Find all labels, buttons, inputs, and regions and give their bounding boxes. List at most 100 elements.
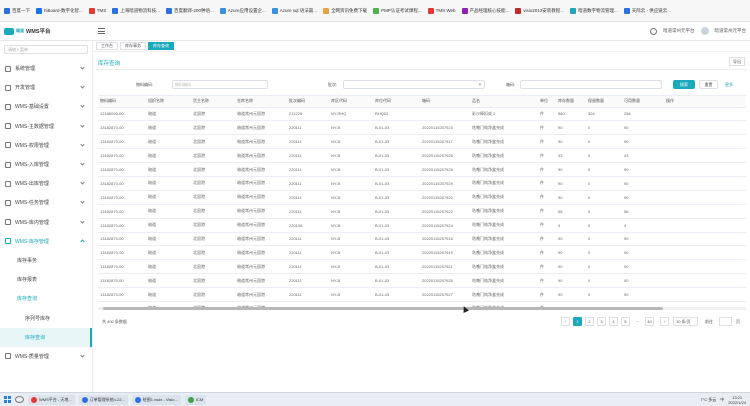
tab-3[interactable]: 库存查询 bbox=[148, 42, 174, 50]
bookmark-item[interactable]: 百度一下 bbox=[4, 7, 30, 14]
table-cell: 北固港 bbox=[191, 259, 235, 275]
page-button[interactable]: 4 bbox=[609, 317, 618, 326]
table-cell: 咕噜门纯净盒充成 bbox=[470, 162, 538, 177]
page-button[interactable]: 1 bbox=[573, 317, 582, 326]
sidebar-item[interactable]: WMS-质量管理 bbox=[0, 347, 92, 366]
sidebar-item[interactable]: WMS-主数据管理 bbox=[0, 117, 92, 136]
sidebar-item[interactable]: 系统管理 bbox=[0, 59, 92, 78]
sidebar-item[interactable]: WMS-出库管理 bbox=[0, 174, 92, 193]
bookmark-item[interactable]: Azure sql 语法篇... bbox=[271, 7, 317, 14]
horizontal-scrollbar[interactable] bbox=[98, 307, 746, 310]
table-cell: 北固港 bbox=[191, 287, 235, 302]
table-cell bbox=[664, 287, 746, 302]
reset-button[interactable]: 重置 bbox=[699, 80, 718, 89]
more-filters-button[interactable]: 更多 bbox=[725, 82, 733, 88]
sidebar-item[interactable]: WMS-库内管理 bbox=[0, 213, 92, 232]
taskbar-app[interactable]: ICM bbox=[184, 394, 207, 405]
avatar[interactable] bbox=[700, 27, 709, 35]
sidebar-item[interactable]: WMS-权限管理 bbox=[0, 136, 92, 155]
bookmark-item[interactable]: hiBoard-数字化智... bbox=[36, 7, 83, 14]
logo[interactable]: 暗道 WMS平台 bbox=[4, 27, 92, 35]
table-cell: 暗道常州元固港 bbox=[235, 232, 287, 247]
goto-page-input[interactable] bbox=[719, 317, 732, 326]
warehouse-switcher[interactable]: 暗道常州元平台 bbox=[663, 28, 695, 34]
table-row[interactable]: 13182870-00暗道北固港暗道常州元固港220111NY-BB-01-03… bbox=[98, 245, 746, 261]
clock[interactable]: 13:21 2022/1/24 bbox=[728, 395, 746, 405]
bookmark-item[interactable]: visio2013安装教程... bbox=[515, 7, 564, 14]
menu-collapse-icon[interactable] bbox=[98, 28, 105, 34]
table-cell: B-01-03 bbox=[373, 287, 420, 302]
sidebar-item[interactable]: WMS-基础设置 bbox=[0, 97, 92, 116]
user-name[interactable]: 暗道常州元平台 bbox=[715, 28, 747, 34]
bookmark-item[interactable]: PMP认证考试课程... bbox=[373, 7, 422, 14]
table-cell: 20220115207928 bbox=[420, 162, 470, 177]
scrollbar-thumb[interactable] bbox=[103, 307, 663, 310]
bookmark-item[interactable]: 暗道数字物流管理... bbox=[570, 7, 618, 14]
table-row[interactable]: 13182870-00暗道北固港暗道常州元固港220111NY-BB-01-03… bbox=[98, 232, 746, 247]
input-language[interactable]: 中 bbox=[720, 397, 724, 403]
pagination: 共 400 条数据 ‹ 1 2 3 4 5 ··· 40 › 10 条/页 前往 页 bbox=[98, 317, 746, 326]
sidebar-item[interactable]: WMS-库存管理 bbox=[0, 232, 92, 251]
menu-search-input[interactable]: 请输入菜单 bbox=[4, 45, 88, 54]
sidebar-item[interactable]: WMS-任务管理 bbox=[0, 193, 92, 212]
page-button[interactable]: 2 bbox=[585, 317, 594, 326]
bookmark-item[interactable]: TMS Web bbox=[427, 7, 456, 14]
bookmark-item[interactable]: 全网资讯免费下载 bbox=[323, 7, 367, 14]
table-row[interactable]: 13182870-00暗道北固港暗道常州元固港220111NY-BB-01-03… bbox=[98, 120, 746, 136]
table-row[interactable]: 13182870-00暗道北固港暗道常州元固港220111NY-BB-01-03… bbox=[98, 204, 746, 219]
windows-start-icon[interactable] bbox=[4, 396, 11, 403]
next-page-button[interactable]: › bbox=[660, 317, 669, 326]
bookmark-item[interactable]: 产品经理核心技能... bbox=[461, 7, 509, 14]
table-cell: 0 bbox=[586, 273, 622, 289]
sidebar-subitem[interactable]: 库存报表 bbox=[0, 270, 92, 289]
sidebar-subsubitem[interactable]: 序列号库存 bbox=[0, 308, 92, 327]
tab-1[interactable]: 工作台 bbox=[96, 42, 118, 50]
table-cell: 暗道 bbox=[146, 287, 191, 302]
table-row[interactable]: 13182870-00暗道北固港暗道常州元固港220111NY-BB-01-03… bbox=[98, 287, 746, 302]
sidebar-subitem[interactable]: 库存查询 bbox=[0, 289, 92, 308]
weather-status[interactable]: 7°C 多云 bbox=[700, 397, 716, 403]
table-row[interactable]: 12186090-00 暗道 北固港 暗道常州元固港 211225 NY-RHQ RHQ02… bbox=[98, 107, 746, 122]
page-size-select[interactable]: 10 条/页 bbox=[673, 317, 698, 326]
taskbar-app[interactable]: 绘图1.vsdx - Visio... bbox=[131, 394, 181, 405]
table-row[interactable]: 13182870-00 暗道 北固港 暗道常州元固港 220106 NY-B B-01-03… bbox=[98, 218, 746, 233]
page-button[interactable]: 40 bbox=[645, 317, 654, 326]
search-icon[interactable] bbox=[15, 396, 24, 403]
language-icon[interactable] bbox=[650, 27, 657, 35]
divider bbox=[96, 69, 748, 70]
table-cell: 件 bbox=[538, 273, 556, 289]
sidebar-subsubitem[interactable]: 库存查询 bbox=[0, 327, 92, 348]
table-row[interactable]: 13182870-00暗道北固港暗道常州元固港220111NY-BB-01-03… bbox=[98, 176, 746, 191]
table-cell: 90 bbox=[622, 259, 664, 275]
sidebar-item[interactable]: WMS-入库管理 bbox=[0, 155, 92, 174]
table-cell: 13182870-00 bbox=[98, 190, 146, 205]
search-button[interactable]: 搜索 bbox=[673, 80, 695, 89]
taskbar-app[interactable]: WMS平台 - 天地... bbox=[28, 394, 75, 405]
sidebar-subitem[interactable]: 库存事务 bbox=[0, 251, 92, 270]
table-row[interactable]: 13182870-00暗道北固港暗道常州元固港220111NY-BB-01-03… bbox=[98, 148, 746, 164]
export-button[interactable]: 导出 bbox=[729, 57, 745, 66]
prev-page-button[interactable]: ‹ bbox=[561, 317, 570, 326]
batch-select[interactable] bbox=[343, 80, 485, 89]
table-row[interactable]: 13182870-00暗道北固港暗道常州元固港220111NY-BB-01-03… bbox=[98, 134, 746, 150]
table-row[interactable]: 13182870-00暗道北固港暗道常州元固港220111NY-BB-01-03… bbox=[98, 190, 746, 205]
page-ellipsis: ··· bbox=[635, 319, 640, 324]
page-button[interactable]: 3 bbox=[597, 317, 606, 326]
table-cell bbox=[664, 273, 746, 289]
bookmark-item[interactable]: 百度翻译-200种语... bbox=[166, 7, 214, 14]
table-row[interactable]: 13182870-00暗道北固港暗道常州元固港220111NY-BB-01-03… bbox=[98, 259, 746, 275]
bookmark-item[interactable]: 上海暗道物流科技... bbox=[112, 7, 160, 14]
table-row[interactable]: 13182870-00暗道北固港暗道常州元固港220111NY-BB-01-03… bbox=[98, 273, 746, 289]
box-code-input[interactable] bbox=[520, 80, 662, 89]
taskbar-app[interactable]: 订单管理系统4.22... bbox=[78, 394, 128, 405]
page-button[interactable]: 5 bbox=[621, 317, 630, 326]
table-cell: 暗道常州元固港 bbox=[235, 162, 287, 177]
material-code-input[interactable]: 物料编码 bbox=[172, 80, 268, 89]
taskbar-app-label: WMS平台 - 天地... bbox=[39, 396, 72, 402]
sidebar-item[interactable]: 开发管理 bbox=[0, 78, 92, 97]
table-row[interactable]: 13182870-00暗道北固港暗道常州元固港220111NY-BB-01-03… bbox=[98, 162, 746, 177]
tab-2[interactable]: 库存事务 bbox=[120, 42, 146, 50]
bookmark-item[interactable]: Azure应用设置企... bbox=[219, 7, 266, 14]
bookmark-item[interactable]: TMS bbox=[88, 7, 106, 14]
bookmark-item[interactable]: 天际云 - 供应链云... bbox=[623, 7, 671, 14]
